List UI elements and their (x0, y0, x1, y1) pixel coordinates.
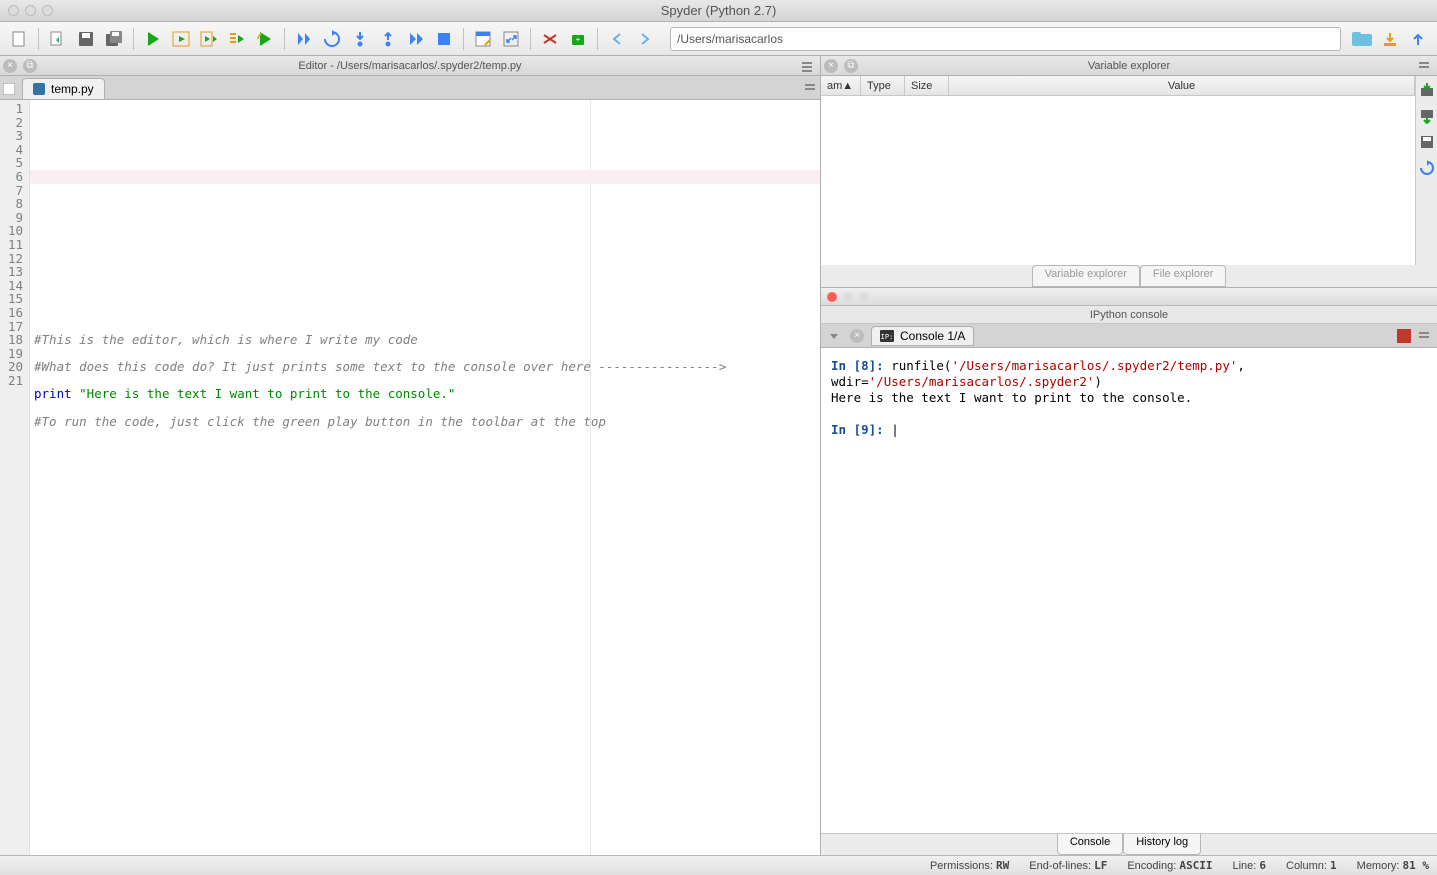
close-icon[interactable]: × (3, 59, 17, 73)
debug-stepout-button[interactable] (375, 26, 401, 52)
status-memory: Memory: 81 % (1357, 859, 1429, 872)
varex-sidebar (1415, 76, 1437, 265)
varex-tabs: Variable explorer File explorer (821, 265, 1437, 287)
run-selection-button[interactable] (224, 26, 250, 52)
run-button[interactable] (140, 26, 166, 52)
editor-tab[interactable]: temp.py (22, 78, 105, 99)
maximize-pane-button[interactable] (498, 26, 524, 52)
ipython-pane: IPython console × IP: Console 1/A In [8]… (821, 288, 1437, 855)
traffic-lights (8, 5, 53, 16)
close-icon[interactable] (827, 292, 837, 302)
code-editor[interactable]: 123456789101112131415161718192021 #This … (0, 100, 820, 855)
close-window-icon[interactable] (8, 5, 19, 16)
import-data-icon[interactable] (1419, 82, 1435, 98)
save-data-icon[interactable] (1419, 108, 1435, 124)
forward-button[interactable] (632, 26, 658, 52)
minimize-icon[interactable] (843, 292, 853, 302)
editor-tab-options-icon[interactable] (800, 76, 820, 99)
preferences-button[interactable] (537, 26, 563, 52)
editor-pane-title: Editor - /Users/marisacarlos/.spyder2/te… (0, 60, 820, 72)
console-tab[interactable]: IP: Console 1/A (871, 326, 974, 346)
stop-kernel-icon[interactable] (1397, 329, 1411, 343)
status-eol: End-of-lines: LF (1029, 859, 1107, 872)
tab-file-explorer[interactable]: File explorer (1140, 265, 1227, 287)
svg-text:+: + (576, 35, 581, 44)
main-area: × ⧉ Editor - /Users/marisacarlos/.spyder… (0, 56, 1437, 855)
save-data-as-icon[interactable] (1419, 134, 1435, 150)
console-output[interactable]: In [8]: runfile('/Users/marisacarlos/.sp… (821, 348, 1437, 833)
open-file-button[interactable] (45, 26, 71, 52)
status-line: Line: 6 (1232, 859, 1266, 872)
variable-explorer-pane: × ⧉ Variable explorer am ▲ Type Size Val… (821, 56, 1437, 288)
pane-options-icon[interactable] (794, 53, 820, 79)
debug-step-button[interactable] (319, 26, 345, 52)
zoom-window-icon[interactable] (42, 5, 53, 16)
varex-header: × ⧉ Variable explorer (821, 56, 1437, 76)
console-menu-icon[interactable] (825, 323, 843, 349)
ipython-window-controls (821, 288, 1437, 306)
zoom-icon[interactable] (859, 292, 869, 302)
col-name[interactable]: am ▲ (821, 76, 861, 95)
new-file-button[interactable] (6, 26, 32, 52)
pane-options-icon[interactable] (1411, 53, 1437, 79)
ipython-logo-icon: IP: (880, 330, 894, 342)
status-encoding: Encoding: ASCII (1127, 859, 1212, 872)
working-dir-input[interactable]: /Users/marisacarlos (670, 27, 1341, 51)
col-size[interactable]: Size (905, 76, 949, 95)
ipython-bottom-tabs: Console History log (821, 833, 1437, 855)
col-value[interactable]: Value (949, 76, 1415, 95)
back-button[interactable] (604, 26, 630, 52)
python-file-icon (33, 83, 45, 95)
svg-text:IP:: IP: (881, 333, 894, 341)
minimize-window-icon[interactable] (25, 5, 36, 16)
file-switcher-icon[interactable] (0, 76, 18, 102)
console-tab-label: Console 1/A (900, 329, 965, 343)
refresh-icon[interactable] (1419, 160, 1435, 176)
close-console-icon[interactable]: × (850, 329, 864, 343)
debug-stepin-button[interactable] (347, 26, 373, 52)
browse-dir-button[interactable] (1349, 26, 1375, 52)
status-bar: Permissions: RW End-of-lines: LF Encodin… (0, 855, 1437, 875)
run-cell-button[interactable] (168, 26, 194, 52)
tab-variable-explorer[interactable]: Variable explorer (1032, 265, 1140, 287)
editor-tabbar: temp.py (0, 76, 820, 100)
set-console-dir-button[interactable] (1377, 26, 1403, 52)
code-area[interactable]: #This is the editor, which is where I wr… (30, 100, 820, 855)
editor-pane-header: × ⧉ Editor - /Users/marisacarlos/.spyder… (0, 56, 820, 76)
window-title: Spyder (Python 2.7) (0, 3, 1437, 18)
console-options-icon[interactable] (1415, 323, 1433, 349)
pythonpath-button[interactable]: + (565, 26, 591, 52)
varex-title: Variable explorer (821, 60, 1437, 72)
ipython-tabbar: × IP: Console 1/A (821, 324, 1437, 348)
window-titlebar: Spyder (Python 2.7) (0, 0, 1437, 22)
varex-columns: am ▲ Type Size Value (821, 76, 1415, 96)
debug-button[interactable] (291, 26, 317, 52)
status-column: Column: 1 (1286, 859, 1337, 872)
line-gutter: 123456789101112131415161718192021 (0, 100, 30, 855)
run-last-button[interactable] (252, 26, 278, 52)
save-all-button[interactable] (101, 26, 127, 52)
editor-pane: × ⧉ Editor - /Users/marisacarlos/.spyder… (0, 56, 821, 855)
run-cell-advance-button[interactable] (196, 26, 222, 52)
varex-body[interactable] (821, 96, 1415, 265)
status-permissions: Permissions: RW (930, 859, 1009, 872)
right-column: × ⧉ Variable explorer am ▲ Type Size Val… (821, 56, 1437, 855)
debug-stop-button[interactable] (431, 26, 457, 52)
undock-icon[interactable]: ⧉ (844, 59, 858, 73)
undock-icon[interactable]: ⧉ (23, 59, 37, 73)
save-button[interactable] (73, 26, 99, 52)
close-icon[interactable]: × (824, 59, 838, 73)
col-type[interactable]: Type (861, 76, 905, 95)
main-toolbar: + /Users/marisacarlos (0, 22, 1437, 56)
layout-button[interactable] (470, 26, 496, 52)
parent-dir-button[interactable] (1405, 26, 1431, 52)
editor-tab-label: temp.py (51, 82, 94, 96)
ipython-title: IPython console (821, 306, 1437, 324)
debug-continue-button[interactable] (403, 26, 429, 52)
tab-console[interactable]: Console (1057, 834, 1123, 855)
tab-history-log[interactable]: History log (1123, 834, 1201, 855)
